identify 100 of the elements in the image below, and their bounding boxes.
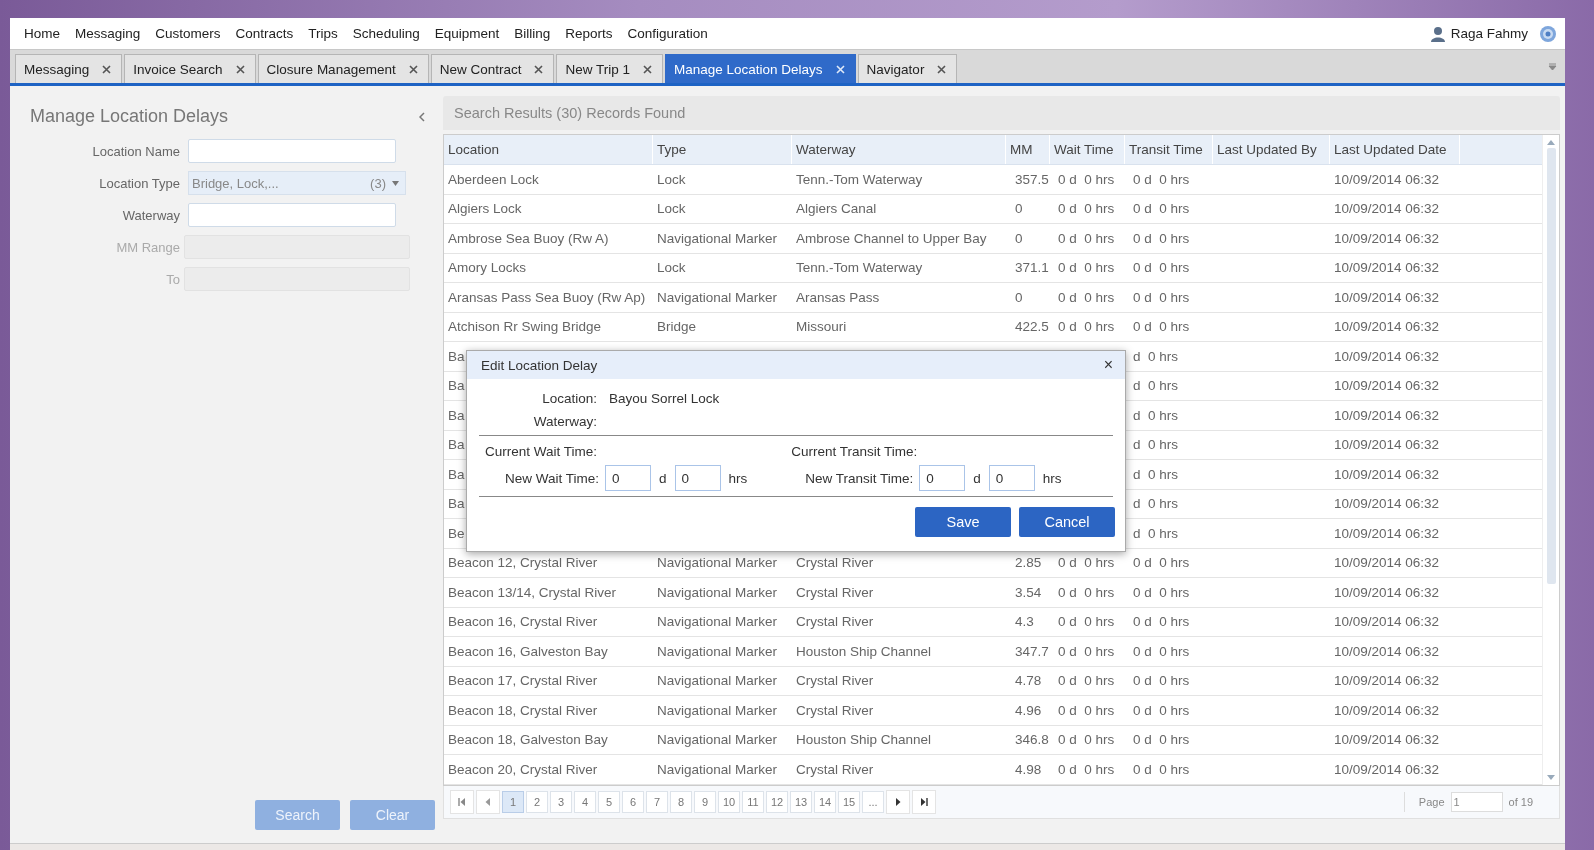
tab[interactable]: Manage Location Delays (665, 54, 856, 83)
menu-item[interactable]: Trips (308, 26, 338, 41)
column-header[interactable]: Last Updated By (1213, 135, 1330, 164)
page-button[interactable]: 7 (646, 790, 668, 813)
menu-item[interactable]: Customers (155, 26, 221, 41)
first-page-button[interactable] (450, 789, 474, 814)
unit-label: hrs (1041, 470, 1063, 486)
location-value: Bayou Sorrel Lock (609, 391, 721, 406)
dialog-button[interactable]: Cancel (1019, 507, 1115, 537)
menu-item[interactable]: Scheduling (352, 26, 420, 41)
close-icon (937, 64, 947, 74)
unit-label: hrs (727, 470, 749, 486)
table-cell-text: 0 d 0 hrs (1057, 230, 1115, 246)
table-cell: Navigational Marker (657, 614, 778, 630)
page-button[interactable]: 6 (622, 790, 644, 813)
table-cell-text: 0 d 0 hrs (1057, 732, 1115, 748)
menu-item[interactable]: Home (24, 26, 60, 41)
dialog-button[interactable]: Save (915, 507, 1011, 537)
input-field[interactable]: 0 (605, 465, 651, 491)
tab[interactable]: Invoice Search (124, 54, 256, 83)
page-button[interactable]: 8 (670, 790, 692, 813)
column-header[interactable]: Waterway (792, 135, 1006, 164)
column-header[interactable]: Last Updated Date (1330, 135, 1460, 164)
page-button[interactable]: 12 (766, 790, 788, 813)
last-page-button[interactable] (912, 789, 936, 814)
table-cell-text: 4.3 (1014, 614, 1034, 630)
menu-item[interactable]: Equipment (434, 26, 500, 41)
field-label: Current Transit Time: (790, 444, 919, 459)
table-cell-text: 0 d 0 hrs (1057, 171, 1115, 187)
menu-item[interactable]: Reports (565, 26, 613, 41)
tab[interactable]: New Trip 1 (556, 54, 663, 83)
page-button[interactable]: 13 (790, 790, 812, 813)
table-cell-text: 0 d 0 hrs (1132, 260, 1190, 276)
input-field[interactable] (188, 203, 396, 227)
table-cell-text: d 0 hrs (1132, 525, 1179, 541)
first-page-icon (458, 797, 466, 806)
page-button[interactable]: 11 (742, 790, 764, 813)
table-cell: Crystal River (796, 761, 874, 777)
tab[interactable]: Navigator (857, 54, 958, 83)
table-cell: Tenn.-Tom Waterway (796, 260, 923, 276)
scrollbar[interactable] (1542, 135, 1559, 785)
column-header[interactable]: Wait Time (1050, 135, 1125, 164)
column-header[interactable]: Transit Time (1125, 135, 1213, 164)
page-field[interactable]: 1 (1450, 791, 1503, 812)
menu-item[interactable]: Billing (514, 26, 551, 41)
dropdown-icon (1548, 62, 1557, 71)
table-cell: Crystal River (796, 555, 874, 571)
page-label: Page (1418, 795, 1445, 808)
table-cell-text: 0 d 0 hrs (1057, 319, 1115, 335)
field-label: To (165, 271, 180, 287)
table-cell-text: 0 d 0 hrs (1132, 171, 1190, 187)
input-field[interactable]: 0 (674, 465, 721, 491)
close-icon (835, 64, 845, 74)
input-field[interactable] (188, 139, 396, 163)
table-cell: 10/09/2014 06:32 (1334, 378, 1440, 394)
menu-item[interactable]: Contracts (235, 26, 294, 41)
table-cell-text: 4.78 (1014, 673, 1042, 689)
input-field[interactable]: 0 (988, 465, 1035, 491)
input-field[interactable]: 0 (919, 465, 966, 491)
table-cell-text: 357.5 (1014, 171, 1049, 187)
page-button[interactable]: ... (862, 790, 884, 813)
table-cell: Beacon 16, Galveston Bay (448, 643, 608, 659)
page-button[interactable]: 15 (838, 790, 860, 813)
table-cell: Beacon 18, Galveston Bay (448, 732, 608, 748)
column-header[interactable]: MM (1006, 135, 1050, 164)
close-button[interactable]: × (1101, 356, 1115, 374)
previous-page-button[interactable] (476, 789, 500, 814)
page-button[interactable]: 2 (526, 790, 548, 813)
table-cell: Beacon 16, Crystal River (448, 614, 598, 630)
tab[interactable]: Closure Management (257, 54, 429, 83)
next-page-button[interactable] (886, 789, 910, 814)
table-cell: 10/09/2014 06:32 (1334, 702, 1440, 718)
table-cell: Crystal River (796, 702, 874, 718)
scroll-down-icon (1547, 774, 1555, 780)
table-cell: Crystal River (796, 584, 874, 600)
page-button[interactable]: 14 (814, 790, 836, 813)
user-name[interactable]: Raga Fahmy (1450, 26, 1528, 41)
menu-item[interactable]: Configuration (627, 26, 708, 41)
tab[interactable]: Messaging (15, 54, 123, 83)
table-cell-text: 0 d 0 hrs (1057, 201, 1115, 217)
table-cell: Ba (448, 466, 465, 482)
page-button[interactable]: 3 (550, 790, 572, 813)
page-button[interactable]: 9 (694, 790, 716, 813)
table-cell-text: 422.5 (1014, 319, 1049, 335)
table-cell-text: 347.7 (1014, 643, 1049, 659)
last-page-icon (920, 797, 928, 806)
table-cell-text: 0 d 0 hrs (1132, 673, 1190, 689)
column-header[interactable]: Type (653, 135, 792, 164)
user-icon (1429, 25, 1446, 42)
page-button[interactable]: 10 (718, 790, 740, 813)
dialog-title: Edit Location Delay (481, 357, 598, 373)
page-total: of 19 (1508, 795, 1533, 808)
next-page-icon (894, 797, 902, 806)
page-button[interactable]: 5 (598, 790, 620, 813)
table-cell: Houston Ship Channel (796, 732, 932, 748)
tab[interactable]: New Contract (430, 54, 555, 83)
column-header[interactable]: Location (444, 135, 653, 164)
menu-item[interactable]: Messaging (75, 26, 141, 41)
page-button[interactable]: 1 (502, 790, 524, 813)
page-button[interactable]: 4 (574, 790, 596, 813)
